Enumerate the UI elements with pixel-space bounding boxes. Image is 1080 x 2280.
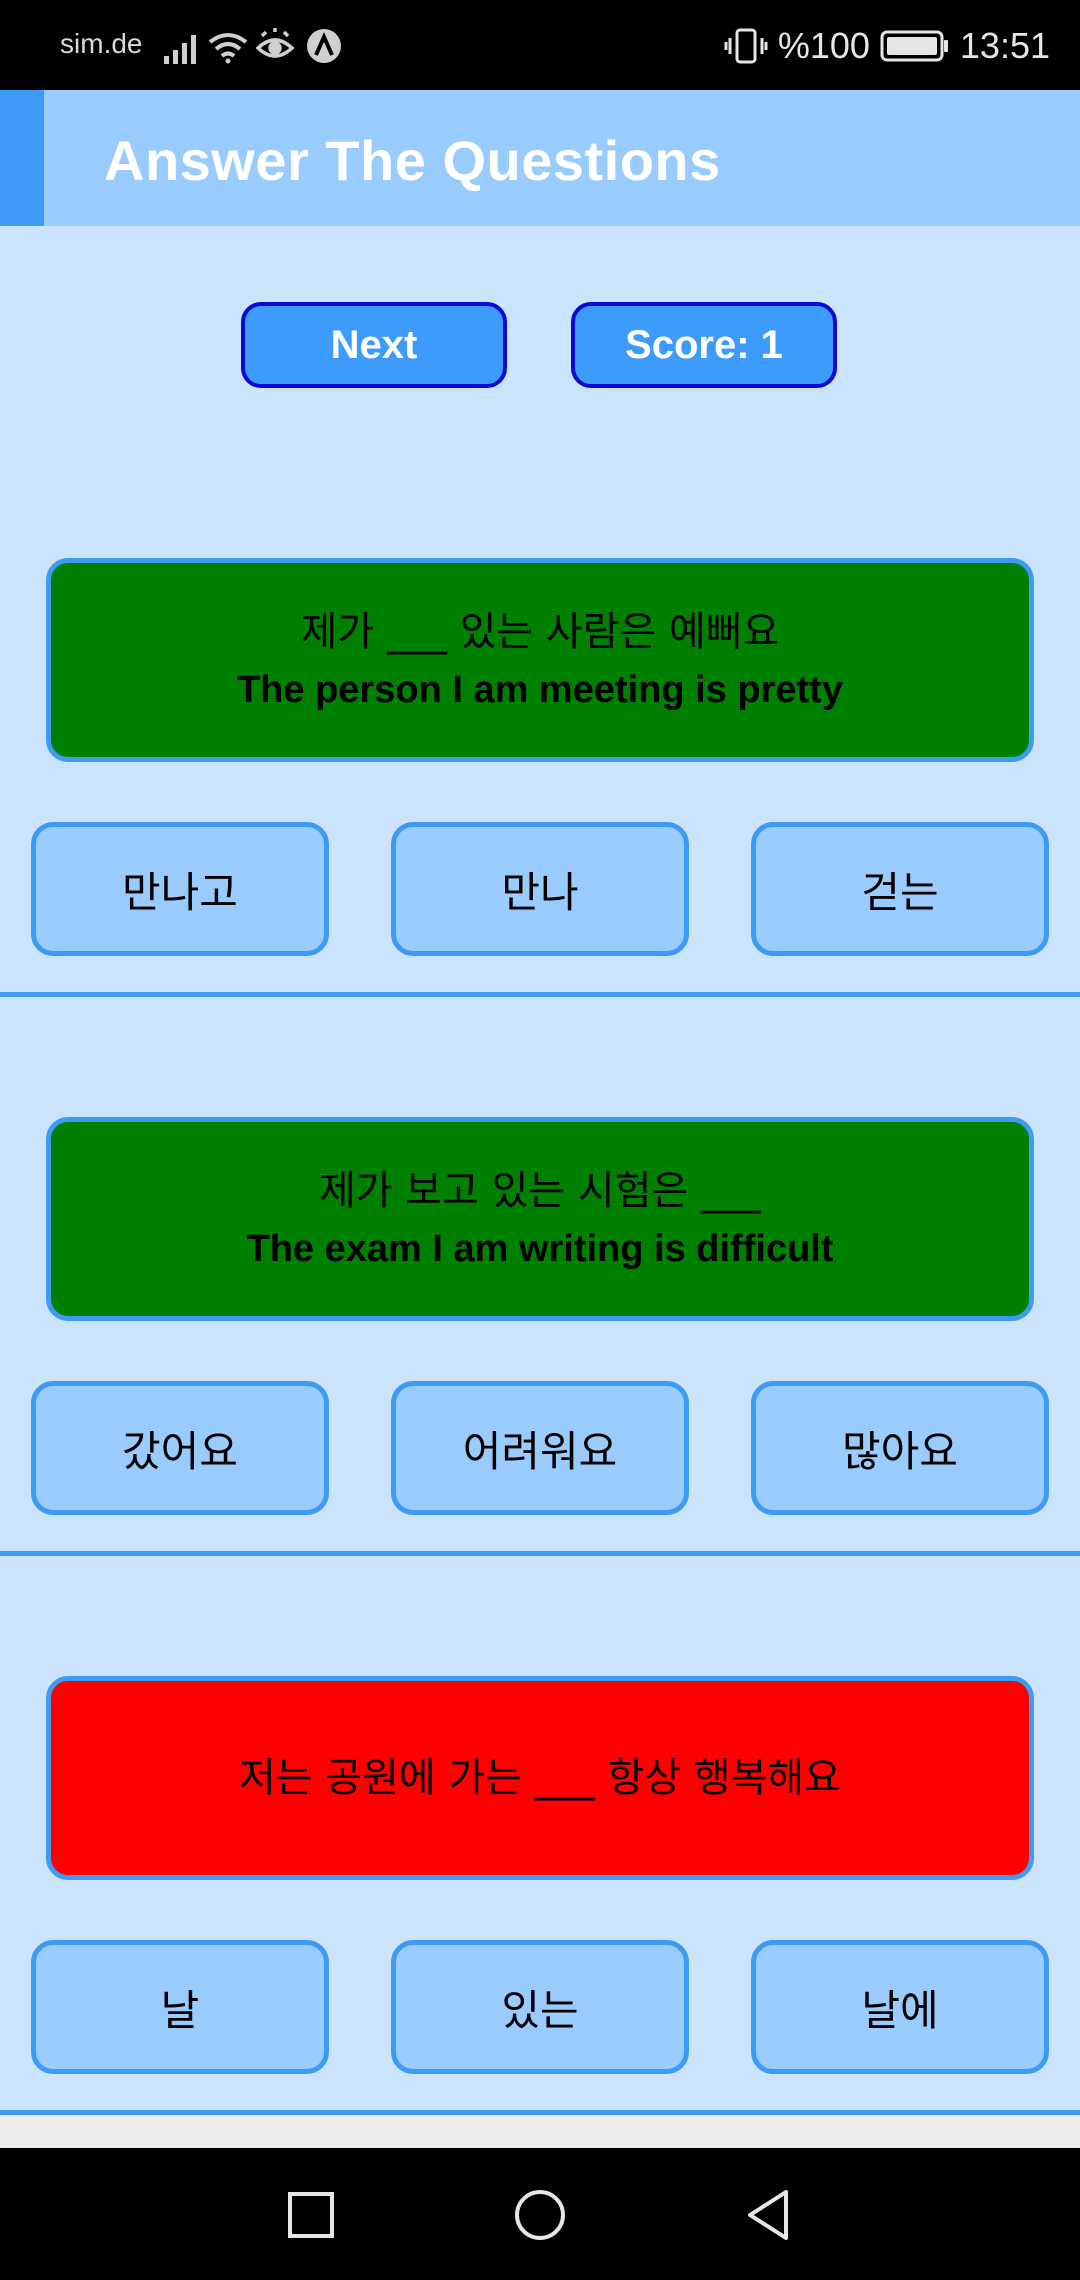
vibrate-icon bbox=[724, 28, 768, 64]
carrier-label: sim.de bbox=[60, 28, 143, 59]
bottom-strip bbox=[0, 2116, 1080, 2148]
status-bar: sim.de %100 13:51 bbox=[0, 0, 1080, 90]
section-divider bbox=[0, 1551, 1080, 1556]
home-icon[interactable] bbox=[511, 2188, 569, 2246]
answer-option-button[interactable]: 날에 bbox=[751, 1940, 1049, 2074]
next-button[interactable]: Next bbox=[241, 302, 507, 388]
battery-percent: %100 bbox=[777, 25, 870, 66]
question-korean: 제가 ___ 있는 사람은 예뻐요 bbox=[300, 609, 780, 655]
answer-option-button[interactable]: 있는 bbox=[391, 1940, 689, 2074]
app-bar: Answer The Questions bbox=[0, 90, 1080, 226]
question-section-1: 제가 ___ 있는 사람은 예뻐요 The person I am meetin… bbox=[0, 558, 1080, 1118]
wifi-icon bbox=[208, 33, 248, 64]
page-title: Answer The Questions bbox=[104, 129, 721, 192]
app-bar-accent bbox=[0, 90, 44, 226]
eye-comfort-icon bbox=[255, 28, 295, 58]
nav-app-icon bbox=[307, 29, 341, 63]
question-korean: 제가 보고 있는 시험은 ___ bbox=[318, 1168, 762, 1214]
signal-icon bbox=[164, 35, 196, 64]
answer-option-button[interactable]: 만나고 bbox=[31, 822, 329, 956]
answer-option-button[interactable]: 날 bbox=[31, 1940, 329, 2074]
question-card: 제가 ___ 있는 사람은 예뻐요 The person I am meetin… bbox=[46, 558, 1034, 762]
clock: 13:51 bbox=[959, 25, 1050, 66]
answer-option-button[interactable]: 어려워요 bbox=[391, 1381, 689, 1515]
answer-option-button[interactable]: 갔어요 bbox=[31, 1381, 329, 1515]
section-divider bbox=[0, 992, 1080, 997]
system-nav-bar bbox=[0, 2148, 1080, 2280]
status-icons-right: %100 13:51 bbox=[724, 20, 1050, 72]
question-korean: 저는 공원에 가는 ___ 항상 행복해요 bbox=[239, 1755, 841, 1801]
status-icons-left bbox=[164, 28, 341, 64]
question-section-2: 제가 보고 있는 시험은 ___ The exam I am writing i… bbox=[0, 1117, 1080, 1677]
recent-apps-icon[interactable] bbox=[284, 2188, 338, 2242]
question-english: The exam I am writing is difficult bbox=[246, 1228, 834, 1270]
answer-option-button[interactable]: 많아요 bbox=[751, 1381, 1049, 1515]
question-english: The person I am meeting is pretty bbox=[236, 669, 844, 711]
section-divider bbox=[0, 2110, 1080, 2115]
answer-option-button[interactable]: 걷는 bbox=[751, 822, 1049, 956]
score-button[interactable]: Score: 1 bbox=[571, 302, 837, 388]
question-card: 저는 공원에 가는 ___ 항상 행복해요 bbox=[46, 1676, 1034, 1880]
battery-icon bbox=[880, 30, 948, 62]
answer-option-button[interactable]: 만나 bbox=[391, 822, 689, 956]
question-card: 제가 보고 있는 시험은 ___ The exam I am writing i… bbox=[46, 1117, 1034, 1321]
back-icon[interactable] bbox=[742, 2188, 796, 2242]
